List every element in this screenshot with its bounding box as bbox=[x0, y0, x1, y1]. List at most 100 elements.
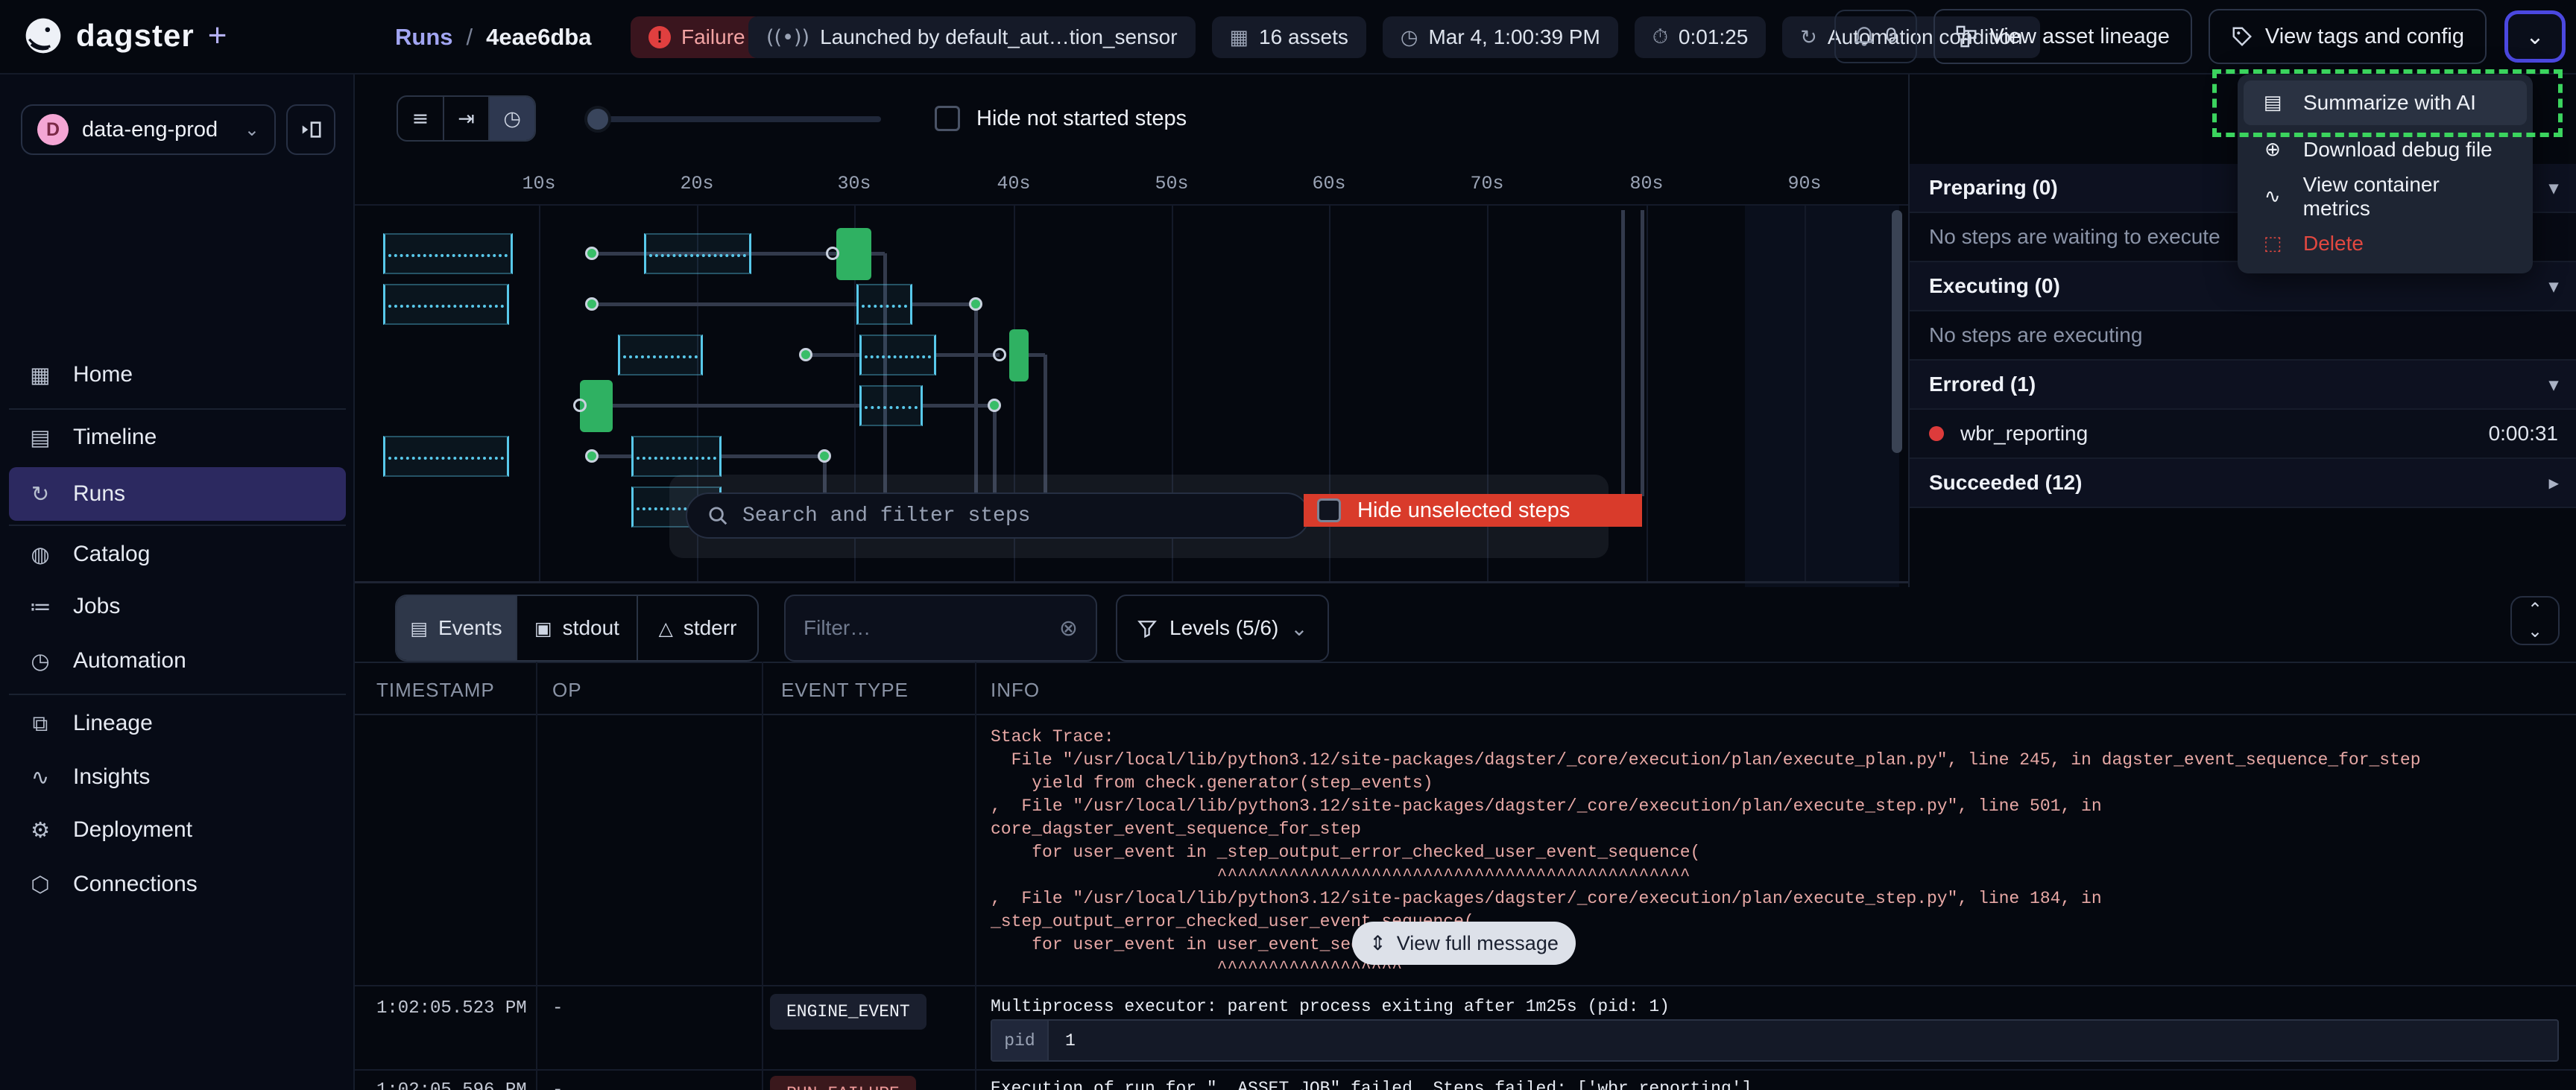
deployment-selector[interactable]: D data-eng-prod ⌄ bbox=[21, 104, 276, 155]
gantt-step-bar-succeeded[interactable] bbox=[836, 228, 871, 280]
axis-tick: 70s bbox=[1470, 173, 1503, 194]
log-filter-input[interactable]: Filter… ⊗ bbox=[784, 595, 1097, 662]
menu-item-view-container-metrics[interactable]: ∿View container metrics bbox=[2244, 174, 2527, 219]
breadcrumb-separator: / bbox=[467, 24, 473, 51]
sidebar-item-label: Lineage bbox=[73, 711, 153, 736]
tag-icon bbox=[2231, 25, 2253, 48]
badge-icon: ⏱ bbox=[1652, 25, 1668, 49]
breadcrumb-runs-link[interactable]: Runs bbox=[395, 24, 453, 51]
sidebar-item-catalog[interactable]: ◍Catalog bbox=[9, 527, 346, 581]
gantt-connector-dot bbox=[988, 399, 1001, 412]
tab-events[interactable]: ▤Events bbox=[397, 596, 517, 660]
top-bar: dagster + Runs / 4eae6dba ! Failure ((•)… bbox=[0, 0, 2576, 75]
status-section-label: Executing (0) bbox=[1929, 274, 2060, 298]
log-expand-collapse-button[interactable]: ⌃⌄ bbox=[2510, 596, 2560, 645]
dagster-logo[interactable]: dagster + bbox=[22, 15, 227, 57]
badge-icon: ↻ bbox=[1800, 26, 1817, 49]
log-op: - bbox=[552, 1080, 563, 1090]
sidebar-item-lineage[interactable]: ⧉Lineage bbox=[9, 697, 346, 750]
run-tag-badge: ((•))Launched by default_aut…tion_sensor bbox=[748, 16, 1196, 58]
metadata-value: 1 bbox=[1049, 1021, 2557, 1060]
hide-unselected-checkbox[interactable] bbox=[1317, 498, 1341, 522]
gantt-waterfall-view-button[interactable]: ⇥ bbox=[444, 97, 490, 140]
gantt-vertical-scrollbar[interactable] bbox=[1892, 210, 1902, 453]
chevron-down-icon: ▾ bbox=[2549, 276, 2558, 297]
gantt-chart[interactable]: Search and filter steps Hide unselected … bbox=[355, 206, 1908, 587]
status-section-header[interactable]: Succeeded (12)▸ bbox=[1910, 459, 2576, 508]
column-divider bbox=[536, 662, 537, 1090]
logo-plus: + bbox=[208, 17, 227, 54]
sidebar-item-label: Jobs bbox=[73, 594, 120, 619]
status-badge-failure: ! Failure bbox=[631, 16, 763, 58]
sidebar-item-insights[interactable]: ∿Insights bbox=[9, 750, 346, 804]
hide-unselected-label: Hide unselected steps bbox=[1357, 498, 1570, 523]
sidebar-divider bbox=[9, 408, 346, 410]
sidebar-item-label: Automation bbox=[73, 648, 186, 674]
sidebar-item-runs[interactable]: ↻Runs bbox=[9, 467, 346, 521]
errored-step-row[interactable]: wbr_reporting0:00:31 bbox=[1910, 410, 2576, 459]
log-levels-dropdown[interactable]: Levels (5/6) ⌄ bbox=[1116, 595, 1329, 662]
status-section-header[interactable]: Errored (1)▾ bbox=[1910, 361, 2576, 410]
sidebar-collapse-button[interactable] bbox=[286, 104, 335, 155]
gantt-zoom-slider-handle[interactable] bbox=[584, 106, 611, 133]
notifications-button[interactable]: 0 bbox=[1834, 10, 1917, 63]
gantt-step-bar-not-started[interactable] bbox=[383, 436, 509, 477]
gantt-step-bar-not-started[interactable] bbox=[859, 335, 936, 376]
tab-stdout[interactable]: ▣stdout bbox=[517, 596, 638, 660]
gantt-gridline bbox=[1805, 206, 1806, 583]
gantt-step-bar-not-started[interactable] bbox=[859, 385, 923, 426]
run-tag-badge: ⏱0:01:25 bbox=[1635, 16, 1766, 58]
chevron-down-icon: ⌄ bbox=[2525, 24, 2544, 50]
gantt-step-bar-not-started[interactable] bbox=[856, 284, 912, 325]
stderr-tab-icon: △ bbox=[659, 618, 673, 639]
gantt-timed-view-button[interactable]: ◷ bbox=[490, 97, 534, 140]
sidebar-item-deployment[interactable]: ⚙Deployment bbox=[9, 803, 346, 857]
gantt-step-bar-not-started[interactable] bbox=[618, 335, 703, 376]
gantt-step-bar-not-started[interactable] bbox=[644, 233, 751, 274]
axis-tick: 40s bbox=[997, 173, 1030, 194]
run-tag-badge: ◷Mar 4, 1:00:39 PM bbox=[1383, 16, 1618, 58]
sidebar-item-home[interactable]: ▦Home bbox=[9, 348, 346, 402]
sidebar-item-jobs[interactable]: ≔Jobs bbox=[9, 580, 346, 633]
gantt-flat-view-button[interactable]: ≡ bbox=[398, 97, 444, 140]
view-asset-lineage-label: View asset lineage bbox=[1990, 25, 2170, 49]
menu-item-label: View container metrics bbox=[2303, 173, 2510, 221]
sidebar-item-automation[interactable]: ◷Automation bbox=[9, 634, 346, 688]
axis-tick: 80s bbox=[1629, 173, 1663, 194]
axis-tick: 10s bbox=[522, 173, 555, 194]
axis-tick: 60s bbox=[1312, 173, 1345, 194]
gantt-connector bbox=[936, 353, 1000, 357]
gantt-bottom-scrollbar[interactable] bbox=[355, 581, 1908, 583]
gantt-step-bar-not-started[interactable] bbox=[383, 233, 513, 274]
sidebar-item-label: Catalog bbox=[73, 542, 150, 567]
error-dot-icon bbox=[1929, 426, 1944, 441]
gantt-zoom-slider[interactable] bbox=[593, 116, 881, 122]
gantt-step-bar-succeeded[interactable] bbox=[1009, 329, 1029, 381]
metadata-table: pid1 bbox=[991, 1019, 2559, 1062]
menu-item-delete[interactable]: ⬚Delete bbox=[2244, 221, 2527, 266]
status-empty-text: No steps are waiting to execute bbox=[1929, 225, 2220, 249]
gantt-connector bbox=[722, 454, 824, 458]
view-full-message-button[interactable]: ⇕View full message bbox=[1352, 922, 1576, 965]
sidebar-item-timeline[interactable]: ▤Timeline bbox=[9, 411, 346, 464]
step-duration: 0:00:31 bbox=[2489, 422, 2558, 446]
tab-stderr[interactable]: △stderr bbox=[638, 596, 757, 660]
gantt-step-bar-not-started[interactable] bbox=[383, 284, 509, 325]
hide-not-started-checkbox[interactable] bbox=[935, 106, 960, 131]
gantt-step-bar-not-started[interactable] bbox=[631, 436, 722, 477]
gantt-toolbar: ≡⇥◷ Hide not started steps bbox=[355, 75, 1908, 164]
gantt-connector bbox=[923, 404, 994, 408]
step-search-input[interactable]: Search and filter steps bbox=[686, 492, 1310, 539]
run-actions-dropdown-button[interactable]: ⌄ bbox=[2504, 10, 2566, 63]
view-tags-and-config-button[interactable]: View tags and config bbox=[2209, 9, 2487, 64]
gantt-connector-dot bbox=[799, 348, 812, 361]
axis-tick: 90s bbox=[1787, 173, 1821, 194]
run-logs-section: ▤Events▣stdout△stderr Filter… ⊗ Levels (… bbox=[355, 587, 2576, 1090]
view-asset-lineage-button[interactable]: View asset lineage bbox=[1933, 9, 2192, 64]
sidebar-item-connections[interactable]: ⬡Connections bbox=[9, 858, 346, 911]
axis-tick: 50s bbox=[1155, 173, 1188, 194]
clear-filter-icon[interactable]: ⊗ bbox=[1059, 615, 1078, 641]
dagster-octopus-icon bbox=[22, 15, 64, 57]
tab-label: stdout bbox=[563, 616, 619, 640]
column-divider bbox=[762, 662, 763, 1090]
